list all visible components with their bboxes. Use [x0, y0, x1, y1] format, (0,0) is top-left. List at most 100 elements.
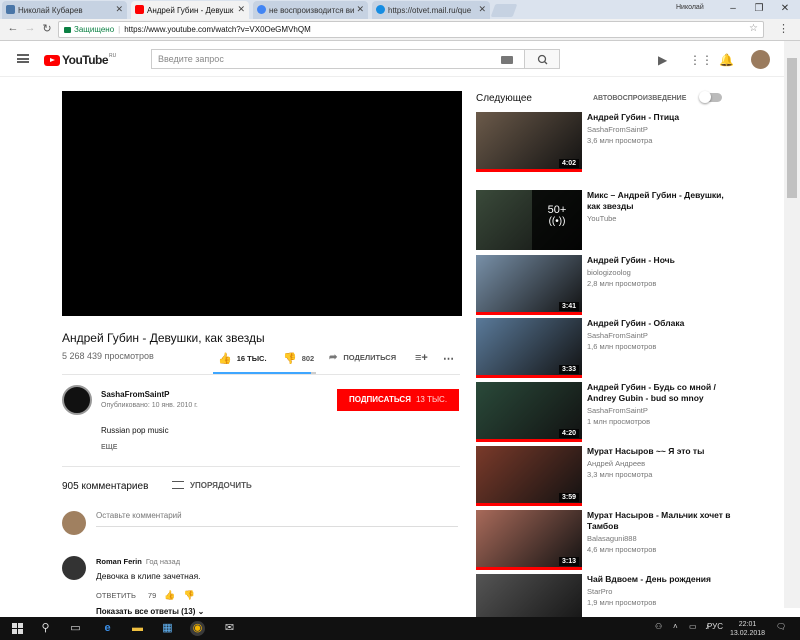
- subscribe-button[interactable]: ПОДПИСАТЬСЯ 13 ТЫС.: [337, 389, 459, 411]
- comment-thumbs-up-icon[interactable]: 👍: [164, 590, 175, 601]
- comment-author-name: Roman Ferin: [96, 557, 142, 566]
- video-thumbnail[interactable]: 3:41: [476, 255, 582, 315]
- notifications-bell-icon[interactable]: 🔔: [719, 53, 734, 67]
- show-replies-button[interactable]: Показать все ответы (13) ⌄: [96, 607, 204, 616]
- close-tab-icon[interactable]: ✕: [356, 4, 364, 15]
- recommendation-title[interactable]: Андрей Губин - Ночь: [587, 255, 737, 266]
- recommendation-item[interactable]: 3:13 Мурат Насыров - Мальчик хочет в Тамб…: [476, 510, 776, 570]
- recommendation-title[interactable]: Андрей Губин - Облака: [587, 318, 737, 329]
- recommendation-title[interactable]: Андрей Губин - Птица: [587, 112, 737, 123]
- video-thumbnail[interactable]: 4:02: [476, 112, 582, 172]
- browser-tab[interactable]: https://otvet.mail.ru/que ✕: [372, 1, 490, 19]
- url-input[interactable]: Защищено | https://www.youtube.com/watch?v…: [58, 21, 764, 38]
- browser-tab[interactable]: Николай Кубарев ✕: [2, 1, 127, 19]
- edge-browser-icon[interactable]: e: [100, 621, 115, 636]
- forward-arrow-icon[interactable]: →: [22, 22, 38, 34]
- hamburger-menu-icon[interactable]: [17, 54, 29, 63]
- recommendation-item[interactable]: 3:41 Андрей Губин - Ночь biologizoolog 2,8 …: [476, 255, 776, 315]
- like-button[interactable]: 👍 16 ТЫС.: [218, 352, 267, 365]
- comment-thumbs-down-icon[interactable]: 👎: [183, 590, 194, 601]
- sort-label: УПОРЯДОЧИТЬ: [190, 481, 252, 490]
- apps-grid-icon[interactable]: ⋮⋮: [689, 53, 713, 67]
- recommendation-item[interactable]: 4:20 Андрей Губин - Будь со мной / Andrey…: [476, 382, 776, 442]
- recommendation-title[interactable]: Чай Вдвоем - День рождения: [587, 574, 737, 585]
- file-explorer-icon[interactable]: ▬: [130, 621, 145, 636]
- youtube-region-label: RU: [109, 53, 117, 59]
- recommendation-title[interactable]: Мурат Насыров - Мальчик хочет в Тамбов: [587, 510, 737, 532]
- network-icon[interactable]: ▭: [689, 622, 697, 631]
- recommendation-item[interactable]: 3:33 Андрей Губин - Облака SashaFromSaintP…: [476, 318, 776, 378]
- recommendation-title[interactable]: Микс – Андрей Губин - Девушки, как звезд…: [587, 190, 737, 212]
- scrollbar-thumb[interactable]: [787, 58, 797, 198]
- watch-progress-bar: [476, 312, 582, 315]
- youtube-favicon-icon: [135, 5, 144, 14]
- mail-icon[interactable]: ✉: [222, 621, 237, 636]
- browser-menu-icon[interactable]: ⋮: [778, 22, 789, 35]
- action-center-icon[interactable]: 🗨: [776, 622, 786, 631]
- close-tab-icon[interactable]: ✕: [237, 4, 245, 15]
- recommendation-item[interactable]: 50+ ((•)) Микс – Андрей Губин - Девушки, к…: [476, 190, 776, 250]
- video-player[interactable]: [62, 91, 462, 316]
- chrome-browser-icon[interactable]: ◉: [190, 621, 205, 636]
- watch-progress-bar: [476, 567, 582, 570]
- youtube-logo[interactable]: YouTube RU: [44, 53, 116, 67]
- search-icon[interactable]: ⚲: [38, 621, 53, 636]
- browser-profile-name[interactable]: Николай: [676, 4, 704, 11]
- dislike-button[interactable]: 👎 802: [283, 352, 314, 365]
- url-separator: |: [118, 25, 121, 34]
- more-actions-icon[interactable]: ⋯: [443, 352, 454, 365]
- channel-name[interactable]: SashaFromSaintP: [101, 390, 169, 399]
- reload-icon[interactable]: ↻: [39, 22, 55, 35]
- task-view-icon[interactable]: ▭: [68, 621, 83, 636]
- close-tab-icon[interactable]: ✕: [478, 4, 486, 15]
- video-duration: 3:33: [558, 365, 579, 374]
- minimize-icon[interactable]: –: [720, 1, 746, 17]
- recommendation-item[interactable]: 4:02 Андрей Губин - Птица SashaFromSaintP 3…: [476, 112, 776, 172]
- close-tab-icon[interactable]: ✕: [115, 4, 123, 15]
- account-avatar[interactable]: [751, 50, 770, 69]
- system-clock[interactable]: 22:01 13.02.2018: [730, 620, 765, 638]
- restore-icon[interactable]: ❐: [746, 1, 772, 17]
- add-to-playlist-icon[interactable]: ≡+: [415, 352, 428, 364]
- show-more-button[interactable]: ЕЩЕ: [101, 444, 117, 451]
- watch-progress-bar: [476, 375, 582, 378]
- recommendation-title[interactable]: Андрей Губин - Будь со мной / Andrey Gub…: [587, 382, 737, 404]
- recommendation-title[interactable]: Мурат Насыров ~~ Я это ты: [587, 446, 737, 457]
- comment-like-count: 79: [147, 591, 157, 600]
- sort-comments-button[interactable]: УПОРЯДОЧИТЬ: [172, 481, 252, 490]
- youtube-header: YouTube RU Введите запрос ▶ ⋮⋮ 🔔: [0, 41, 784, 77]
- windows-taskbar: ⚲ ▭ e ▬ ▦ ◉ ✉ ⚇ ˄ ▭ ♪ РУС 22:01 13.02.201…: [0, 617, 800, 640]
- reply-button[interactable]: ОТВЕТИТЬ: [96, 591, 136, 600]
- windows-start-icon[interactable]: [12, 623, 23, 634]
- people-icon[interactable]: ⚇: [655, 622, 662, 631]
- video-duration: 3:13: [558, 557, 579, 566]
- store-icon[interactable]: ▦: [160, 621, 175, 636]
- show-hidden-icons-icon[interactable]: ˄: [673, 622, 678, 631]
- comment-input[interactable]: Оставьте комментарий: [96, 511, 458, 527]
- autoplay-toggle[interactable]: [699, 91, 722, 103]
- channel-avatar[interactable]: [62, 385, 92, 415]
- upload-video-icon[interactable]: ▶: [658, 53, 667, 67]
- browser-tab[interactable]: не воспроизводится ви ✕: [253, 1, 368, 19]
- keyboard-icon[interactable]: [501, 56, 513, 64]
- watch-progress-bar: [476, 439, 582, 442]
- replies-label: Показать все ответы (13): [96, 607, 196, 616]
- video-thumbnail[interactable]: 3:33: [476, 318, 582, 378]
- close-window-icon[interactable]: ✕: [772, 1, 798, 17]
- search-button[interactable]: [524, 49, 560, 69]
- browser-tab-active[interactable]: Андрей Губин - Девушк ✕: [131, 1, 249, 19]
- recommendation-channel: Balasaguni888: [587, 534, 637, 543]
- comment-author[interactable]: Roman Ferin Год назад: [96, 557, 180, 566]
- recommendation-item[interactable]: 3:59 Мурат Насыров ~~ Я это ты Андрей Андр…: [476, 446, 776, 506]
- video-thumbnail[interactable]: 4:20: [476, 382, 582, 442]
- search-input[interactable]: Введите запрос: [151, 49, 525, 69]
- comment-author-avatar[interactable]: [62, 556, 86, 580]
- share-button[interactable]: ➦ ПОДЕЛИТЬСЯ: [329, 352, 396, 363]
- back-arrow-icon[interactable]: ←: [5, 22, 21, 34]
- video-thumbnail[interactable]: 3:59: [476, 446, 582, 506]
- language-indicator[interactable]: РУС: [707, 622, 723, 631]
- bookmark-star-icon[interactable]: ☆: [749, 23, 758, 34]
- video-thumbnail[interactable]: 50+ ((•)): [476, 190, 582, 250]
- new-tab-button[interactable]: [490, 4, 518, 17]
- video-thumbnail[interactable]: 3:13: [476, 510, 582, 570]
